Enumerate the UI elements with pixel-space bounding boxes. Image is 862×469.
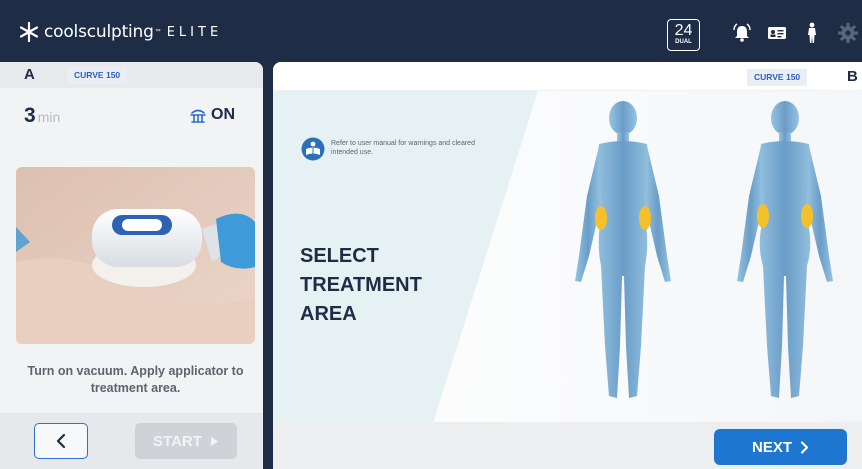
right-footer: NEXT bbox=[273, 422, 862, 469]
safety-note-text: Refer to user manual for warnings and cl… bbox=[331, 140, 475, 156]
brand-tier: ELITE bbox=[166, 24, 223, 40]
counter-label: DUAL bbox=[675, 39, 692, 45]
start-button[interactable]: START bbox=[135, 423, 237, 459]
start-button-label: START bbox=[153, 432, 202, 450]
vacuum-state: ON bbox=[211, 106, 235, 123]
body-back bbox=[737, 101, 833, 398]
brand-name: coolsculpting bbox=[44, 22, 154, 42]
next-button[interactable]: NEXT bbox=[714, 429, 847, 465]
treatment-zone-back-right[interactable] bbox=[801, 204, 813, 228]
vacuum-status: ON bbox=[190, 106, 235, 124]
timer-value: 3 bbox=[24, 104, 36, 127]
side-b-label: B bbox=[847, 68, 858, 85]
brand-logo: coolsculpting ™ ELITE bbox=[18, 21, 222, 43]
applicator-a-tab: A CURVE 150 bbox=[0, 62, 263, 88]
side-a-label: A bbox=[24, 66, 35, 83]
manual-reader-icon bbox=[301, 137, 325, 161]
applicator-a-curve-badge: CURVE 150 bbox=[67, 67, 128, 84]
applicator-b-panel: CURVE 150 B Refer to user manual for war… bbox=[273, 62, 862, 469]
applicator-b-curve-badge: CURVE 150 bbox=[747, 69, 808, 86]
timer-unit: min bbox=[37, 109, 61, 125]
brand-trademark: ™ bbox=[154, 29, 161, 35]
body-map bbox=[575, 101, 833, 398]
applicator-photo bbox=[16, 167, 255, 344]
treatment-timer: 3 min bbox=[24, 104, 60, 128]
instruction-text: Turn on vacuum. Apply applicator to trea… bbox=[27, 364, 244, 395]
headline-line: AREA bbox=[300, 303, 357, 325]
top-bar: coolsculpting ™ ELITE 24 DUAL bbox=[0, 0, 862, 62]
next-button-label: NEXT bbox=[751, 438, 792, 456]
page-title: SELECT TREATMENT AREA bbox=[300, 242, 422, 329]
counter-value: 24 bbox=[674, 22, 693, 39]
gear-icon[interactable] bbox=[837, 22, 859, 44]
headline-line: SELECT bbox=[300, 245, 379, 267]
body-front bbox=[575, 101, 671, 398]
treatment-zone-front-left[interactable] bbox=[595, 206, 607, 230]
vacuum-icon bbox=[190, 109, 206, 123]
left-footer: START bbox=[0, 413, 263, 469]
alarm-bell-icon[interactable] bbox=[731, 22, 753, 44]
treatment-counter: 24 DUAL bbox=[667, 19, 700, 51]
chevron-right-icon bbox=[800, 440, 809, 454]
play-icon bbox=[210, 436, 218, 446]
treatment-zone-front-right[interactable] bbox=[639, 206, 651, 230]
chevron-left-icon bbox=[56, 434, 66, 448]
back-button[interactable] bbox=[34, 423, 88, 459]
applicator-a-panel: A CURVE 150 3 min ON Turn on vacuum. App… bbox=[0, 62, 263, 469]
person-icon[interactable] bbox=[801, 22, 823, 44]
applicator-b-tab: CURVE 150 B bbox=[273, 62, 862, 91]
safety-note: Refer to user manual for warnings and cl… bbox=[301, 137, 481, 161]
snowflake-logo-icon bbox=[19, 21, 39, 43]
treatment-zone-back-left[interactable] bbox=[757, 204, 769, 228]
headline-line: TREATMENT bbox=[300, 274, 422, 296]
id-card-icon[interactable] bbox=[766, 22, 788, 44]
